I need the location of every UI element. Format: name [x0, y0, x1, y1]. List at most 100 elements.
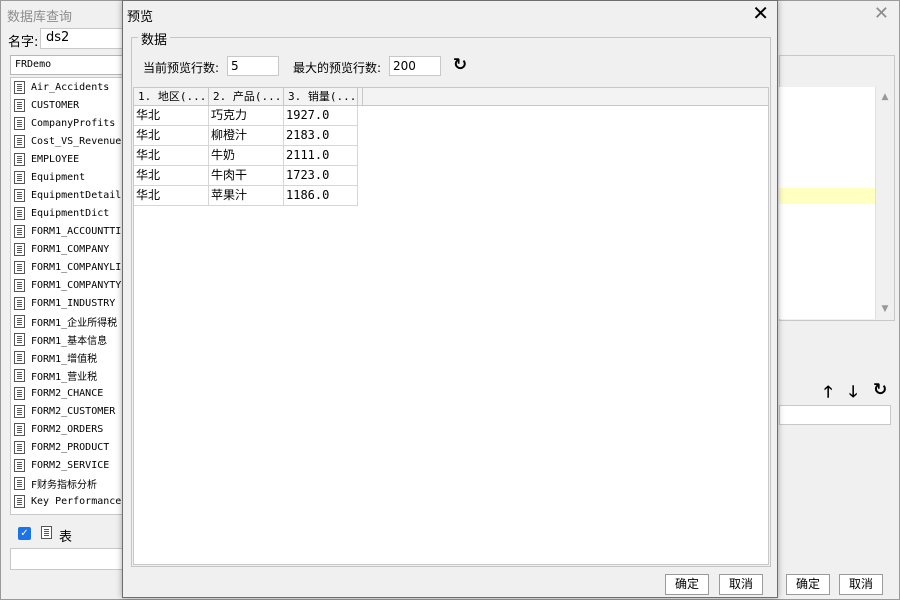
table-list-item[interactable]: Key Performance [11, 492, 127, 510]
current-rows-label: 当前预览行数: [143, 61, 220, 75]
show-table-checkbox[interactable]: ✓ [18, 527, 31, 540]
max-rows-label: 最大的预览行数: [293, 61, 382, 75]
move-up-icon[interactable]: 🡑 [824, 381, 832, 408]
table-list-item[interactable]: FORM1_COMPANY [11, 240, 127, 258]
column-header[interactable]: 2. 产品(... [209, 88, 284, 105]
scroll-down-icon[interactable]: ▼ [876, 301, 894, 317]
cancel-button[interactable]: 取消 [719, 574, 763, 595]
cancel-button[interactable]: 取消 [839, 574, 883, 595]
table-icon [14, 242, 25, 256]
column-header[interactable]: 3. 销量(... [284, 88, 358, 105]
preview-dialog: 预览 ✕ 数据 当前预览行数: 5 最大的预览行数: 200 ↻ 1. 地区(.… [122, 0, 778, 598]
table-list-item[interactable]: EquipmentDict [11, 204, 127, 222]
table-list-item[interactable]: FORM2_SERVICE [11, 456, 127, 474]
table-list-item[interactable]: Cost_VS_Revenue [11, 132, 127, 150]
max-rows-input[interactable]: 200 [389, 56, 441, 76]
database-select[interactable]: FRDemo [10, 55, 128, 75]
table-cell[interactable]: 1927.0 [284, 106, 358, 126]
table-list-item[interactable]: FORM1_ACCOUNTTI [11, 222, 127, 240]
close-icon[interactable]: ✕ [752, 1, 769, 25]
refresh-icon[interactable]: ↻ [450, 54, 470, 76]
table-icon [14, 422, 25, 436]
table-list-item[interactable]: CompanyProfits [11, 114, 127, 132]
table-cell[interactable]: 华北 [134, 146, 209, 166]
refresh-icon[interactable]: ↻ [873, 380, 887, 400]
table-name: FORM1_COMPANY [31, 243, 110, 255]
close-icon[interactable]: ✕ [874, 3, 889, 24]
table-name: Equipment [31, 171, 86, 183]
table-cell[interactable]: 巧克力 [209, 106, 284, 126]
table-row[interactable]: 华北 苹果汁 1186.0 [134, 186, 768, 206]
table-cell[interactable]: 2183.0 [284, 126, 358, 146]
table-row[interactable]: 华北 牛肉干 1723.0 [134, 166, 768, 186]
grid-body: 华北 巧克力 1927.0 华北 柳橙汁 2183.0 华北 牛奶 2111.0 华北 牛肉干 172… [134, 106, 768, 206]
table-cell[interactable]: 苹果汁 [209, 186, 284, 206]
table-list-item[interactable]: FORM2_PRODUCT [11, 438, 127, 456]
table-cell[interactable]: 华北 [134, 186, 209, 206]
table-cell[interactable]: 牛肉干 [209, 166, 284, 186]
table-icon [14, 206, 25, 220]
table-cell[interactable]: 华北 [134, 126, 209, 146]
table-list-item[interactable]: FORM2_CUSTOMER [11, 402, 127, 420]
table-list-item[interactable]: F财务指标分析 [11, 474, 127, 492]
table-name: EquipmentDetail [31, 189, 122, 201]
table-list-item[interactable]: Air_Accidents [11, 78, 127, 96]
table-list-item[interactable]: FORM1_增值税 [11, 348, 127, 366]
table-list-item[interactable]: FORM1_INDUSTRY [11, 294, 127, 312]
table-name: CUSTOMER [31, 99, 80, 111]
current-line-highlight [779, 188, 875, 204]
move-down-icon[interactable]: 🡓 [849, 381, 857, 408]
table-name: F财务指标分析 [31, 479, 98, 491]
table-cell[interactable]: 1723.0 [284, 166, 358, 186]
ok-button[interactable]: 确定 [786, 574, 830, 595]
table-icon [14, 476, 25, 490]
current-rows-input[interactable]: 5 [227, 56, 279, 76]
table-name: FORM2_CUSTOMER [31, 405, 116, 417]
table-list-item[interactable]: FORM2_ORDERS [11, 420, 127, 438]
data-group: 数据 当前预览行数: 5 最大的预览行数: 200 ↻ 1. 地区(... 2.… [131, 29, 771, 567]
table-name: FORM1_COMPANYLI [31, 261, 122, 273]
table-name: FORM2_ORDERS [31, 423, 104, 435]
table-list-item[interactable]: Equipment [11, 168, 127, 186]
table-list-item[interactable]: FORM2_CHANCE [11, 384, 127, 402]
table-row[interactable]: 华北 柳橙汁 2183.0 [134, 126, 768, 146]
table-list-item[interactable]: CUSTOMER [11, 96, 127, 114]
table-icon [14, 296, 25, 310]
name-input[interactable]: ds2 [40, 28, 130, 49]
table-filter-input[interactable] [10, 548, 128, 570]
group-label: 数据 [138, 29, 171, 48]
table-icon [14, 494, 25, 508]
table-icon [14, 116, 25, 130]
table-row[interactable]: 华北 巧克力 1927.0 [134, 106, 768, 126]
column-header[interactable]: 1. 地区(... [134, 88, 209, 105]
table-list-item[interactable]: EquipmentDetail [11, 186, 127, 204]
table-list-item[interactable]: EMPLOYEE [11, 150, 127, 168]
editor-scrollbar[interactable]: ▲ ▼ [875, 87, 893, 319]
scroll-up-icon[interactable]: ▲ [876, 89, 894, 105]
table-cell[interactable]: 华北 [134, 106, 209, 126]
table-icon [14, 404, 25, 418]
table-cell[interactable]: 柳橙汁 [209, 126, 284, 146]
table-list-item[interactable]: FORM1_营业税 [11, 366, 127, 384]
dialog-title: 预览 [127, 10, 154, 25]
table-icon [14, 386, 25, 400]
table-name: FORM1_基本信息 [31, 335, 108, 347]
table-name: FORM1_INDUSTRY [31, 297, 116, 309]
table-list-item[interactable]: FORM1_COMPANYTY [11, 276, 127, 294]
table-name: FORM1_增值税 [31, 353, 98, 365]
parameter-input[interactable] [779, 405, 891, 425]
table-list: Air_Accidents CUSTOMER CompanyProfits Cost_… [10, 77, 128, 515]
ok-button[interactable]: 确定 [665, 574, 709, 595]
table-cell[interactable]: 华北 [134, 166, 209, 186]
table-list-item[interactable]: FORM1_基本信息 [11, 330, 127, 348]
table-list-item[interactable]: FORM1_COMPANYLI [11, 258, 127, 276]
table-row[interactable]: 华北 牛奶 2111.0 [134, 146, 768, 166]
table-name: FORM1_营业税 [31, 371, 98, 383]
table-icon [14, 188, 25, 202]
table-list-item[interactable]: FORM1_企业所得税 [11, 312, 127, 330]
table-cell[interactable]: 2111.0 [284, 146, 358, 166]
window-title: 数据库查询 [7, 10, 73, 25]
table-cell[interactable]: 牛奶 [209, 146, 284, 166]
table-icon [14, 98, 25, 112]
table-cell[interactable]: 1186.0 [284, 186, 358, 206]
